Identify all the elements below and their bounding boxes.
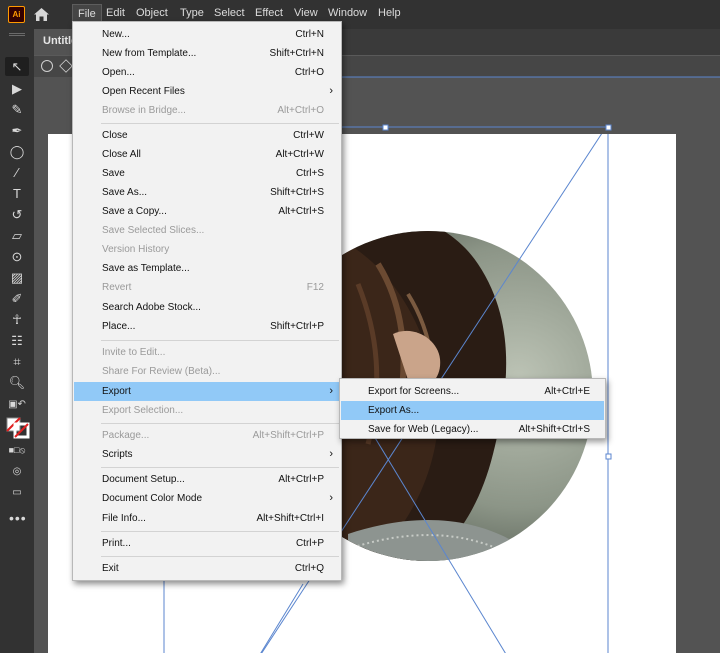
menu-type[interactable]: Type — [180, 7, 204, 19]
menu-item-version-history: Version History — [102, 244, 170, 255]
file-menu-dropdown: New... Ctrl+N New from Template... Shift+C… — [72, 21, 342, 581]
submenu-arrow-icon: › — [329, 492, 333, 504]
menu-item-export[interactable]: Export › — [74, 382, 340, 401]
illustrator-logo: Ai — [8, 6, 25, 23]
ellipse-tool-icon[interactable]: ◯ — [5, 142, 29, 161]
screen-mode-icon[interactable]: ▭ — [5, 483, 29, 502]
eraser-tool-icon[interactable]: ▱ — [5, 226, 29, 245]
menu-item-save-selected-slices: Save Selected Slices... — [102, 225, 205, 236]
menu-item-new[interactable]: New... Ctrl+N — [74, 25, 340, 44]
direct-selection-tool-icon[interactable]: ▶ — [5, 79, 29, 98]
menu-item-export-selection: Export Selection... — [102, 405, 184, 416]
menu-effect[interactable]: Effect — [255, 7, 283, 19]
menu-separator — [101, 531, 339, 532]
submenu-arrow-icon: › — [329, 448, 333, 460]
canvas-guide-line — [342, 76, 720, 78]
menu-item-open[interactable]: Open... Ctrl+O — [74, 63, 340, 82]
menu-item-document-setup[interactable]: Document Setup... Alt+Ctrl+P — [74, 470, 340, 489]
color-mode-icon[interactable]: ■□⦸ — [5, 441, 29, 460]
draw-mode-icon[interactable]: ◎ — [5, 462, 29, 481]
more-tools-icon[interactable]: ••• — [9, 510, 27, 526]
panel-grip[interactable] — [9, 33, 25, 36]
menu-item-print[interactable]: Print... Ctrl+P — [74, 534, 340, 553]
rotate-tool-icon[interactable]: ↺ — [5, 205, 29, 224]
menu-item-save-for-web[interactable]: Save for Web (Legacy)... Alt+Shift+Ctrl+S — [341, 420, 604, 439]
zoom-tool-icon[interactable]: 🔍︎ — [5, 373, 29, 392]
menu-select[interactable]: Select — [214, 7, 245, 19]
document-tab[interactable]: Untitled — [34, 29, 74, 55]
tools-panel: ↖ ▶ ✎ ✒ ◯ ∕ T ↺ ▱ ⊙ ▨ ✐ ☥ ☷ ⌗ 🔍︎ ▣↶ ■□⦸ … — [0, 29, 34, 653]
menu-item-file-info[interactable]: File Info... Alt+Shift+Ctrl+I — [74, 509, 340, 528]
menu-item-close-all[interactable]: Close All Alt+Ctrl+W — [74, 145, 340, 164]
selection-bounding-top — [342, 124, 612, 131]
submenu-arrow-icon: › — [329, 385, 333, 397]
selection-tool-icon[interactable]: ↖ — [5, 57, 29, 76]
menu-item-save-as[interactable]: Save As... Shift+Ctrl+S — [74, 183, 340, 202]
menu-item-save[interactable]: Save Ctrl+S — [74, 164, 340, 183]
swap-colors-icon[interactable]: ▣↶ — [5, 395, 29, 414]
menu-item-save-as-template[interactable]: Save as Template... — [74, 259, 340, 278]
menu-item-place[interactable]: Place... Shift+Ctrl+P — [74, 317, 340, 336]
menu-item-package: Package... Alt+Shift+Ctrl+P — [102, 430, 324, 441]
menu-item-share-for-review: Share For Review (Beta)... — [102, 366, 221, 377]
menu-view[interactable]: View — [294, 7, 318, 19]
menu-item-new-from-template[interactable]: New from Template... Shift+Ctrl+N — [74, 44, 340, 63]
menu-item-open-recent[interactable]: Open Recent Files › — [74, 82, 340, 101]
menu-separator — [101, 423, 339, 424]
blend-tool-icon[interactable]: ☥ — [5, 310, 29, 329]
menu-window[interactable]: Window — [328, 7, 367, 19]
isolation-icon[interactable] — [41, 60, 53, 72]
menu-separator — [101, 467, 339, 468]
menu-separator — [101, 556, 339, 557]
shape-builder-icon[interactable]: ⊙ — [5, 247, 29, 266]
export-submenu: Export for Screens... Alt+Ctrl+E Export A… — [339, 378, 606, 439]
menu-item-export-for-screens[interactable]: Export for Screens... Alt+Ctrl+E — [341, 382, 604, 401]
type-tool-icon[interactable]: T — [5, 184, 29, 203]
selection-handle-right — [605, 453, 612, 460]
menu-item-close[interactable]: Close Ctrl+W — [74, 126, 340, 145]
menu-help[interactable]: Help — [378, 7, 401, 19]
curvature-tool-icon[interactable]: ✒ — [5, 121, 29, 140]
submenu-arrow-icon: › — [329, 85, 333, 97]
menu-separator — [101, 340, 339, 341]
menu-item-browse-bridge: Browse in Bridge... Alt+Ctrl+O — [102, 105, 324, 116]
home-icon[interactable] — [33, 7, 50, 22]
eyedropper-tool-icon[interactable]: ✐ — [5, 289, 29, 308]
menu-item-scripts[interactable]: Scripts › — [74, 445, 340, 464]
pen-tool-icon[interactable]: ✎ — [5, 100, 29, 119]
menu-item-document-color-mode[interactable]: Document Color Mode › — [74, 489, 340, 508]
menu-item-export-as[interactable]: Export As... — [341, 401, 604, 420]
menu-item-exit[interactable]: Exit Ctrl+Q — [74, 559, 340, 578]
menu-object[interactable]: Object — [136, 7, 168, 19]
brush-tool-icon[interactable]: ∕ — [5, 163, 29, 182]
layer-icon[interactable] — [59, 59, 73, 73]
gradient-tool-icon[interactable]: ▨ — [5, 268, 29, 287]
symbol-sprayer-icon[interactable]: ☷ — [5, 331, 29, 350]
menu-item-revert: Revert F12 — [102, 282, 324, 293]
fill-stroke-swatch-icon[interactable] — [6, 417, 30, 439]
menu-item-save-a-copy[interactable]: Save a Copy... Alt+Ctrl+S — [74, 202, 340, 221]
menu-separator — [101, 123, 339, 124]
menu-edit[interactable]: Edit — [106, 7, 125, 19]
artboard-tool-icon[interactable]: ⌗ — [5, 352, 29, 371]
menu-item-invite-to-edit: Invite to Edit... — [102, 347, 166, 358]
menu-item-search-adobe-stock[interactable]: Search Adobe Stock... — [74, 298, 340, 317]
